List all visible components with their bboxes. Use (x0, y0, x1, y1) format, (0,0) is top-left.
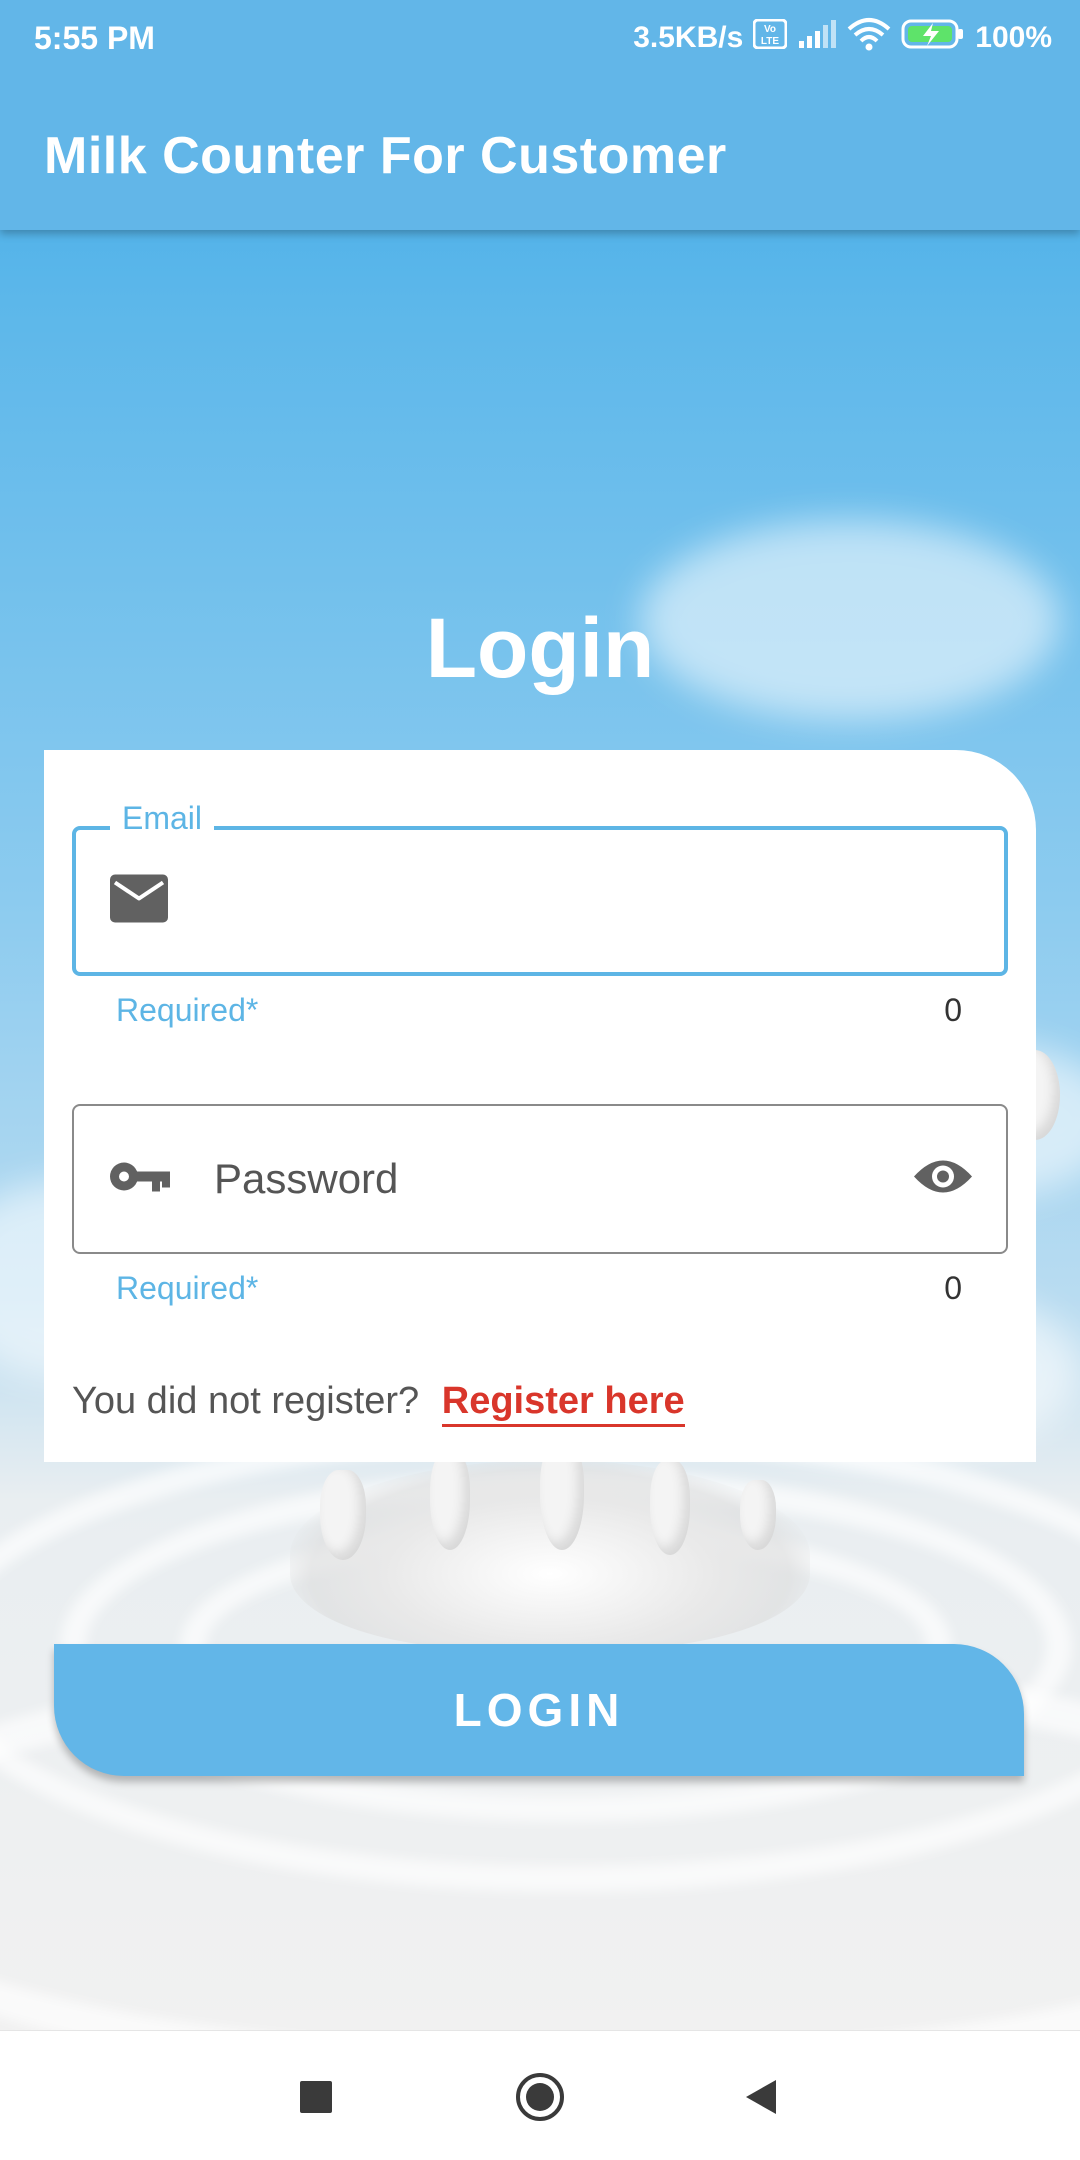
password-char-counter: 0 (944, 1270, 962, 1306)
svg-text:Vo: Vo (764, 24, 776, 35)
status-bar: 5:55 PM 3.5KB/s Vo LTE 100% (0, 0, 1080, 78)
system-nav-bar (0, 2030, 1080, 2160)
battery-charging-icon (901, 18, 965, 58)
mail-icon (110, 874, 168, 928)
email-field[interactable]: Email (72, 800, 1008, 976)
wifi-icon (847, 17, 891, 59)
svg-text:LTE: LTE (761, 36, 779, 47)
email-label: Email (110, 800, 215, 837)
status-time: 5:55 PM (34, 20, 155, 56)
key-icon (108, 1160, 170, 1199)
recents-square-icon[interactable] (280, 2061, 352, 2133)
battery-percent: 100% (975, 21, 1052, 54)
network-speed: 3.5KB/s (633, 21, 744, 54)
email-helper-text: Required* (116, 992, 259, 1028)
password-placeholder: Password (214, 1155, 399, 1202)
signal-icon (797, 19, 837, 57)
app-title: Milk Counter For Customer (44, 127, 727, 185)
register-row: You did not register? Register here (72, 1380, 685, 1427)
eye-icon[interactable] (912, 1157, 974, 1202)
login-heading: Login (425, 601, 655, 695)
email-char-counter: 0 (944, 992, 962, 1028)
password-helper-text: Required* (116, 1270, 259, 1306)
volte-icon: Vo LTE (752, 18, 788, 57)
back-triangle-icon[interactable] (724, 2061, 796, 2133)
login-button[interactable]: LOGIN (54, 1644, 1024, 1776)
register-link[interactable]: Register here (441, 1380, 685, 1427)
home-circle-icon[interactable] (504, 2061, 576, 2133)
register-prompt: You did not register? (72, 1380, 420, 1422)
password-field[interactable]: Password (72, 1104, 1008, 1254)
login-card: Email Required* 0 Password Required* 0 Y… (44, 750, 1036, 1462)
app-bar: Milk Counter For Customer (0, 78, 1080, 230)
